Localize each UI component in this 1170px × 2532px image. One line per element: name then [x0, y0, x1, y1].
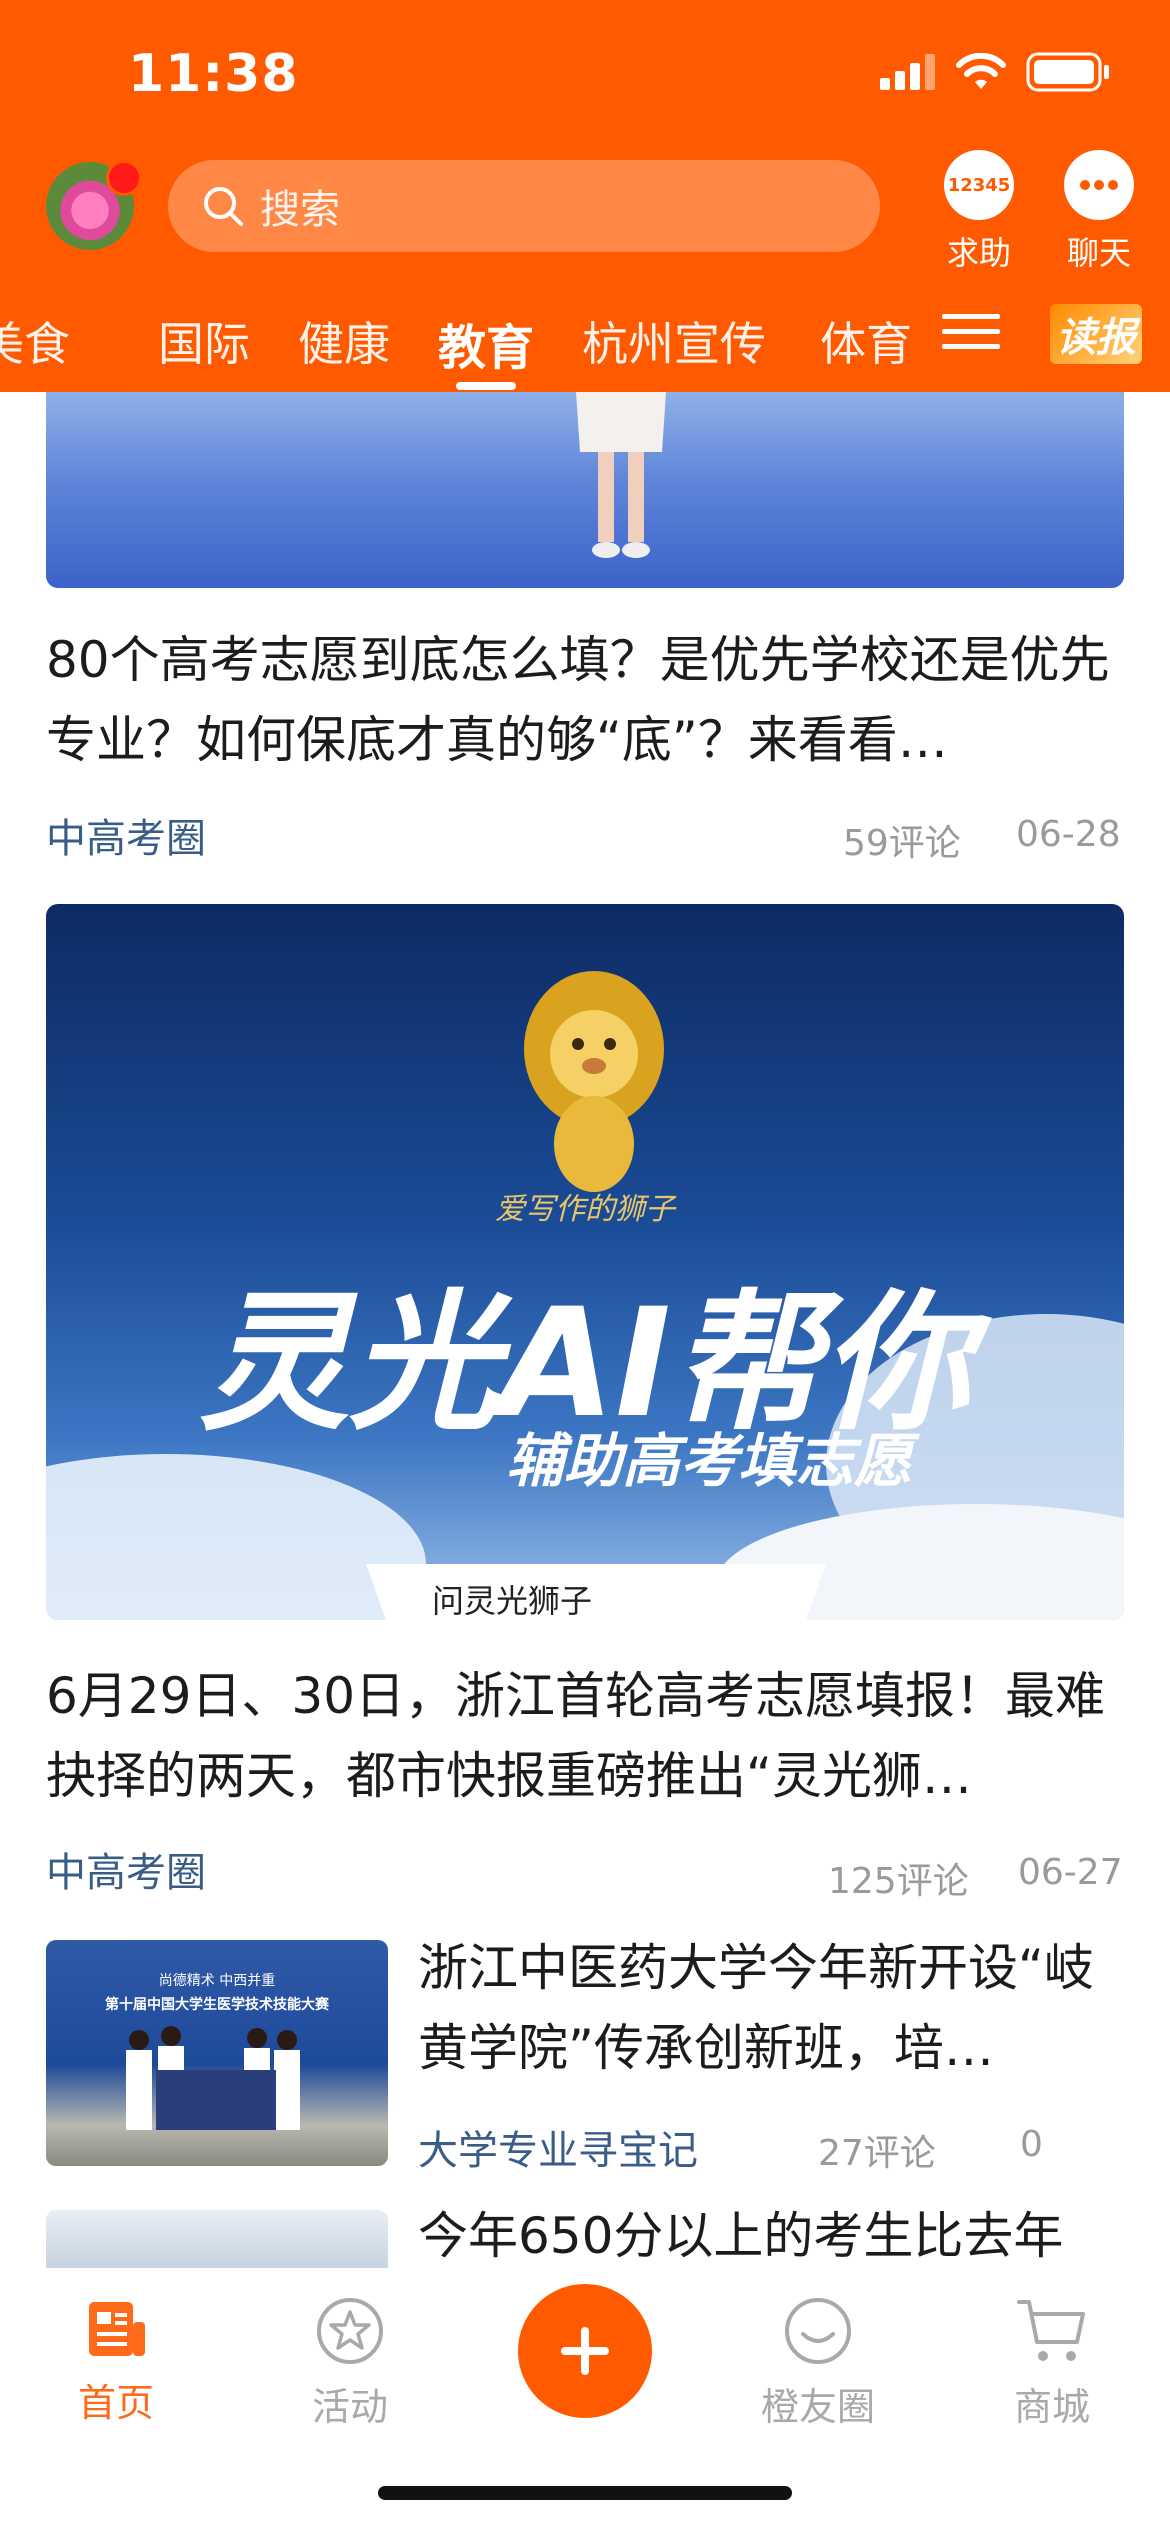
article-source[interactable]: 中高考圈: [46, 1840, 206, 1898]
tab-mall-label: 商城: [1013, 2385, 1090, 2429]
tab-home[interactable]: 首页: [46, 2296, 186, 2427]
article-comments: 59评论: [843, 823, 961, 864]
help-icon: 12345: [944, 150, 1014, 220]
wifi-icon: [956, 53, 1006, 89]
search-bar[interactable]: 搜索: [168, 160, 880, 252]
article-comments: 125评论: [828, 1861, 969, 1902]
app-header: 11:38 搜索 12345 求助 聊天 美食 国际 健康 教育 杭州宣传 体育…: [0, 0, 1170, 392]
article-source[interactable]: 大学专业寻宝记: [418, 2118, 698, 2176]
tab-home-label: 首页: [77, 2381, 154, 2425]
article-date: 06-28: [1016, 814, 1121, 855]
tab-international[interactable]: 国际: [158, 308, 250, 374]
smile-icon: [785, 2298, 851, 2364]
article-title[interactable]: 今年650分以上的考生比去年: [418, 2196, 1130, 2268]
help-button[interactable]: 12345 求助: [934, 150, 1024, 274]
tab-activity-label: 活动: [311, 2385, 388, 2429]
group-photo-illustration: [126, 2026, 300, 2130]
tab-hangzhou[interactable]: 杭州宣传: [582, 308, 766, 374]
menu-icon[interactable]: [942, 312, 1000, 352]
notification-dot: [106, 160, 142, 196]
plus-icon: [561, 2327, 609, 2375]
publish-button[interactable]: [518, 2284, 652, 2418]
tab-orange-circle[interactable]: 橙友圈: [748, 2296, 888, 2431]
read-paper-button[interactable]: 读报: [1050, 304, 1142, 364]
tab-education[interactable]: 教育: [438, 308, 534, 378]
article-date: 06-27: [1018, 1852, 1123, 1893]
home-indicator: [378, 2486, 792, 2500]
article-image[interactable]: 爱写作的狮子 灵光AI帮你 辅助高考填志愿 问灵光狮子: [46, 904, 1124, 1620]
article-title[interactable]: 80个高考志愿到底怎么填？是优先学校还是优先专业？如何保底才真的够“底”？来看看…: [46, 620, 1126, 780]
figure-legs-illustration: [576, 392, 666, 558]
article-title[interactable]: 浙江中医药大学今年新开设“岐黄学院”传承创新班，培…: [418, 1928, 1130, 2088]
article-source[interactable]: 中高考圈: [46, 806, 206, 864]
chat-icon: [1064, 150, 1134, 220]
tab-activity[interactable]: 活动: [280, 2296, 420, 2431]
signal-icon: [880, 54, 935, 90]
article-title[interactable]: 6月29日、30日，浙江首轮高考志愿填报！最难抉择的两天，都市快报重磅推出“灵光…: [46, 1656, 1126, 1816]
image-brand-text: 爱写作的狮子: [495, 1192, 675, 1227]
help-label: 求助: [946, 234, 1011, 272]
article-image[interactable]: [46, 392, 1124, 588]
star-icon: [317, 2298, 383, 2364]
tab-sports[interactable]: 体育: [820, 308, 912, 374]
tab-health[interactable]: 健康: [298, 308, 390, 374]
tab-mall[interactable]: 商城: [982, 2296, 1122, 2431]
search-placeholder: 搜索: [260, 187, 340, 233]
article-comments: 27评论: [818, 2133, 936, 2174]
chat-label: 聊天: [1066, 234, 1131, 272]
tab-food[interactable]: 美食: [0, 308, 70, 374]
article-date: 0: [1020, 2124, 1043, 2165]
status-icons: [880, 52, 1110, 92]
active-tab-indicator: [456, 382, 516, 390]
article-thumbnail[interactable]: 尚德精术 中西并重 第十届中国大学生医学技术技能大赛: [46, 1940, 388, 2166]
chat-button[interactable]: 聊天: [1054, 150, 1144, 274]
home-news-icon: [89, 2302, 145, 2356]
tab-orange-circle-label: 橙友圈: [760, 2385, 875, 2429]
status-time: 11:38: [128, 44, 299, 104]
image-search-hint: 问灵光狮子: [396, 1572, 796, 1620]
battery-icon: [1026, 52, 1109, 92]
image-subtitle-text: 辅助高考填志愿: [506, 1427, 913, 1495]
cart-icon: [1017, 2300, 1085, 2361]
search-icon: [204, 187, 243, 226]
article-thumbnail[interactable]: [46, 2210, 388, 2268]
